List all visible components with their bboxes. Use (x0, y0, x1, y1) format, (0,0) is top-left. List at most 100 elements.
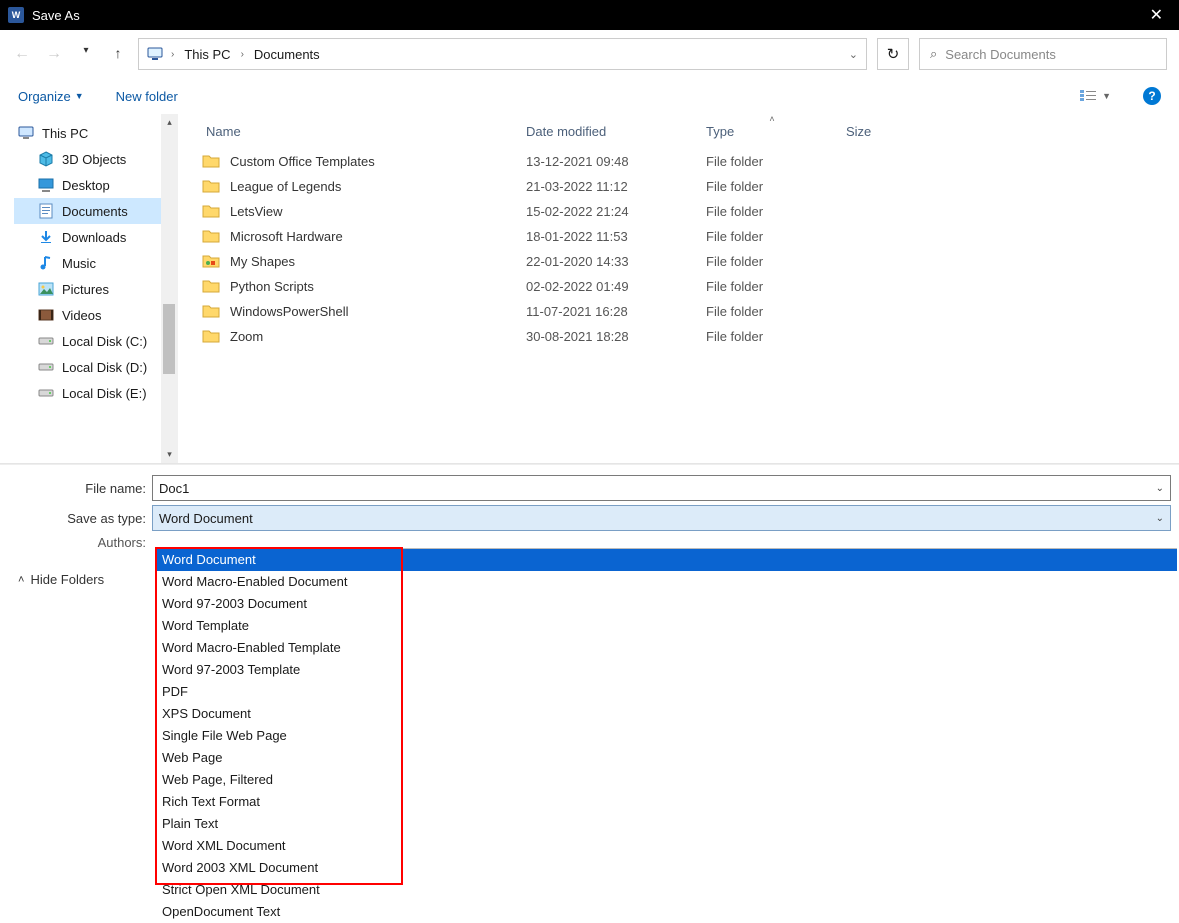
savetype-option[interactable]: Web Page, Filtered (156, 769, 1177, 791)
sidebar-item-label: 3D Objects (62, 152, 126, 167)
scroll-thumb[interactable] (163, 304, 175, 374)
sidebar-item-label: Local Disk (C:) (62, 334, 147, 349)
folder-icon (202, 228, 220, 246)
search-box[interactable]: ⌕ Search Documents (919, 38, 1167, 70)
savetype-option[interactable]: Plain Text (156, 813, 1177, 835)
savetype-option[interactable]: Web Page (156, 747, 1177, 769)
3d-icon (38, 151, 54, 167)
scroll-down-icon[interactable]: ▾ (161, 446, 178, 463)
filename-input[interactable]: Doc1 ⌄ (152, 475, 1171, 501)
sidebar-item-documents[interactable]: Documents (14, 198, 161, 224)
file-size (842, 285, 942, 289)
sidebar-item-label: This PC (42, 126, 88, 141)
savetype-option[interactable]: PDF (156, 681, 1177, 703)
file-row[interactable]: Python Scripts02-02-2022 01:49File folde… (178, 274, 1179, 299)
forward-button[interactable]: → (44, 45, 64, 63)
savetype-option[interactable]: Word Macro-Enabled Document (156, 571, 1177, 593)
organize-button[interactable]: Organize▼ (18, 89, 84, 104)
savetype-option[interactable]: Strict Open XML Document (156, 879, 1177, 901)
disk-icon (38, 333, 54, 349)
address-dropdown-icon[interactable]: ⌄ (849, 48, 858, 61)
titlebar: W Save As ✕ (0, 0, 1179, 30)
word-icon: W (8, 7, 24, 23)
search-placeholder: Search Documents (945, 47, 1056, 62)
savetype-option[interactable]: Word Macro-Enabled Template (156, 637, 1177, 659)
window-title: Save As (32, 8, 1142, 23)
sidebar-item-3d-objects[interactable]: 3D Objects (14, 146, 161, 172)
file-size (842, 310, 942, 314)
sidebar-item-local-disk-c-[interactable]: Local Disk (C:) (14, 328, 161, 354)
sidebar-item-this-pc[interactable]: This PC (14, 120, 161, 146)
file-date: 18-01-2022 11:53 (522, 227, 702, 246)
file-name: Python Scripts (226, 277, 318, 296)
list-view-icon (1080, 89, 1098, 103)
savetype-option[interactable]: Word XML Document (156, 835, 1177, 857)
chevron-down-icon[interactable]: ⌄ (1156, 483, 1164, 494)
savetype-option[interactable]: Word 2003 XML Document (156, 857, 1177, 879)
sidebar-item-music[interactable]: Music (14, 250, 161, 276)
sidebar-scrollbar[interactable]: ▴ ▾ (161, 114, 178, 463)
file-row[interactable]: Microsoft Hardware 18-01-2022 11:53File f… (178, 224, 1179, 249)
savetype-option[interactable]: XPS Document (156, 703, 1177, 725)
toolbar: Organize▼ New folder ▼ ? (0, 78, 1179, 114)
file-row[interactable]: Custom Office Templates13-12-2021 09:48F… (178, 149, 1179, 174)
folder-icon (202, 203, 220, 221)
sidebar-item-label: Pictures (62, 282, 109, 297)
sidebar-item-label: Documents (62, 204, 128, 219)
folder-icon (202, 178, 220, 196)
file-row[interactable]: League of Legends21-03-2022 11:12File fo… (178, 174, 1179, 199)
savetype-option[interactable]: Word 97-2003 Template (156, 659, 1177, 681)
column-size[interactable]: Size (842, 118, 942, 145)
refresh-button[interactable]: ↻ (877, 38, 909, 70)
file-type: File folder (702, 227, 842, 246)
breadcrumb-folder[interactable]: Documents (252, 45, 322, 64)
file-name: My Shapes (226, 252, 299, 271)
savetype-option[interactable]: Single File Web Page (156, 725, 1177, 747)
up-button[interactable]: ↑ (108, 45, 128, 63)
pc-icon (147, 47, 163, 61)
file-row[interactable]: Zoom30-08-2021 18:28File folder (178, 324, 1179, 349)
file-row[interactable]: WindowsPowerShell11-07-2021 16:28File fo… (178, 299, 1179, 324)
savetype-label: Save as type: (0, 511, 152, 526)
column-date[interactable]: Date modified (522, 118, 702, 145)
file-size (842, 235, 942, 239)
sidebar-item-label: Local Disk (D:) (62, 360, 147, 375)
savetype-option[interactable]: Rich Text Format (156, 791, 1177, 813)
savetype-option[interactable]: Word 97-2003 Document (156, 593, 1177, 615)
file-type: File folder (702, 252, 842, 271)
file-date: 22-01-2020 14:33 (522, 252, 702, 271)
file-row[interactable]: My Shapes 22-01-2020 14:33File folder (178, 249, 1179, 274)
close-button[interactable]: ✕ (1142, 5, 1171, 25)
sidebar-item-desktop[interactable]: Desktop (14, 172, 161, 198)
sidebar-item-videos[interactable]: Videos (14, 302, 161, 328)
sidebar-item-local-disk-d-[interactable]: Local Disk (D:) (14, 354, 161, 380)
new-folder-button[interactable]: New folder (116, 89, 178, 104)
column-headers: Name Date modified ˄Type Size (178, 114, 1179, 149)
file-row[interactable]: LetsView15-02-2022 21:24File folder (178, 199, 1179, 224)
file-name: Custom Office Templates (226, 152, 379, 171)
sidebar-item-pictures[interactable]: Pictures (14, 276, 161, 302)
savetype-option[interactable]: Word Template (156, 615, 1177, 637)
filename-label: File name: (0, 481, 152, 496)
sidebar-item-downloads[interactable]: Downloads (14, 224, 161, 250)
savetype-dropdown[interactable]: Word DocumentWord Macro-Enabled Document… (156, 548, 1177, 923)
column-type[interactable]: ˄Type (702, 118, 842, 145)
address-bar[interactable]: › This PC › Documents ⌄ (138, 38, 867, 70)
breadcrumb-root[interactable]: This PC (182, 45, 232, 64)
disk-icon (38, 359, 54, 375)
chevron-down-icon[interactable]: ⌄ (1156, 513, 1164, 524)
body-area: This PC 3D Objects Desktop Documents Downloa… (0, 114, 1179, 464)
back-button[interactable]: ← (12, 45, 32, 63)
view-options-button[interactable]: ▼ (1080, 89, 1111, 103)
savetype-select[interactable]: Word Document ⌄ (152, 505, 1171, 531)
savetype-option[interactable]: Word Document (156, 549, 1177, 571)
scroll-up-icon[interactable]: ▴ (161, 114, 178, 131)
savetype-option[interactable]: OpenDocument Text (156, 901, 1177, 923)
recent-locations-button[interactable]: ▾ (76, 45, 96, 63)
file-name: Microsoft Hardware (226, 227, 347, 246)
column-name[interactable]: Name (202, 118, 522, 145)
help-button[interactable]: ? (1143, 87, 1161, 105)
authors-label: Authors: (0, 535, 152, 550)
sidebar-item-local-disk-e-[interactable]: Local Disk (E:) (14, 380, 161, 406)
file-type: File folder (702, 327, 842, 346)
